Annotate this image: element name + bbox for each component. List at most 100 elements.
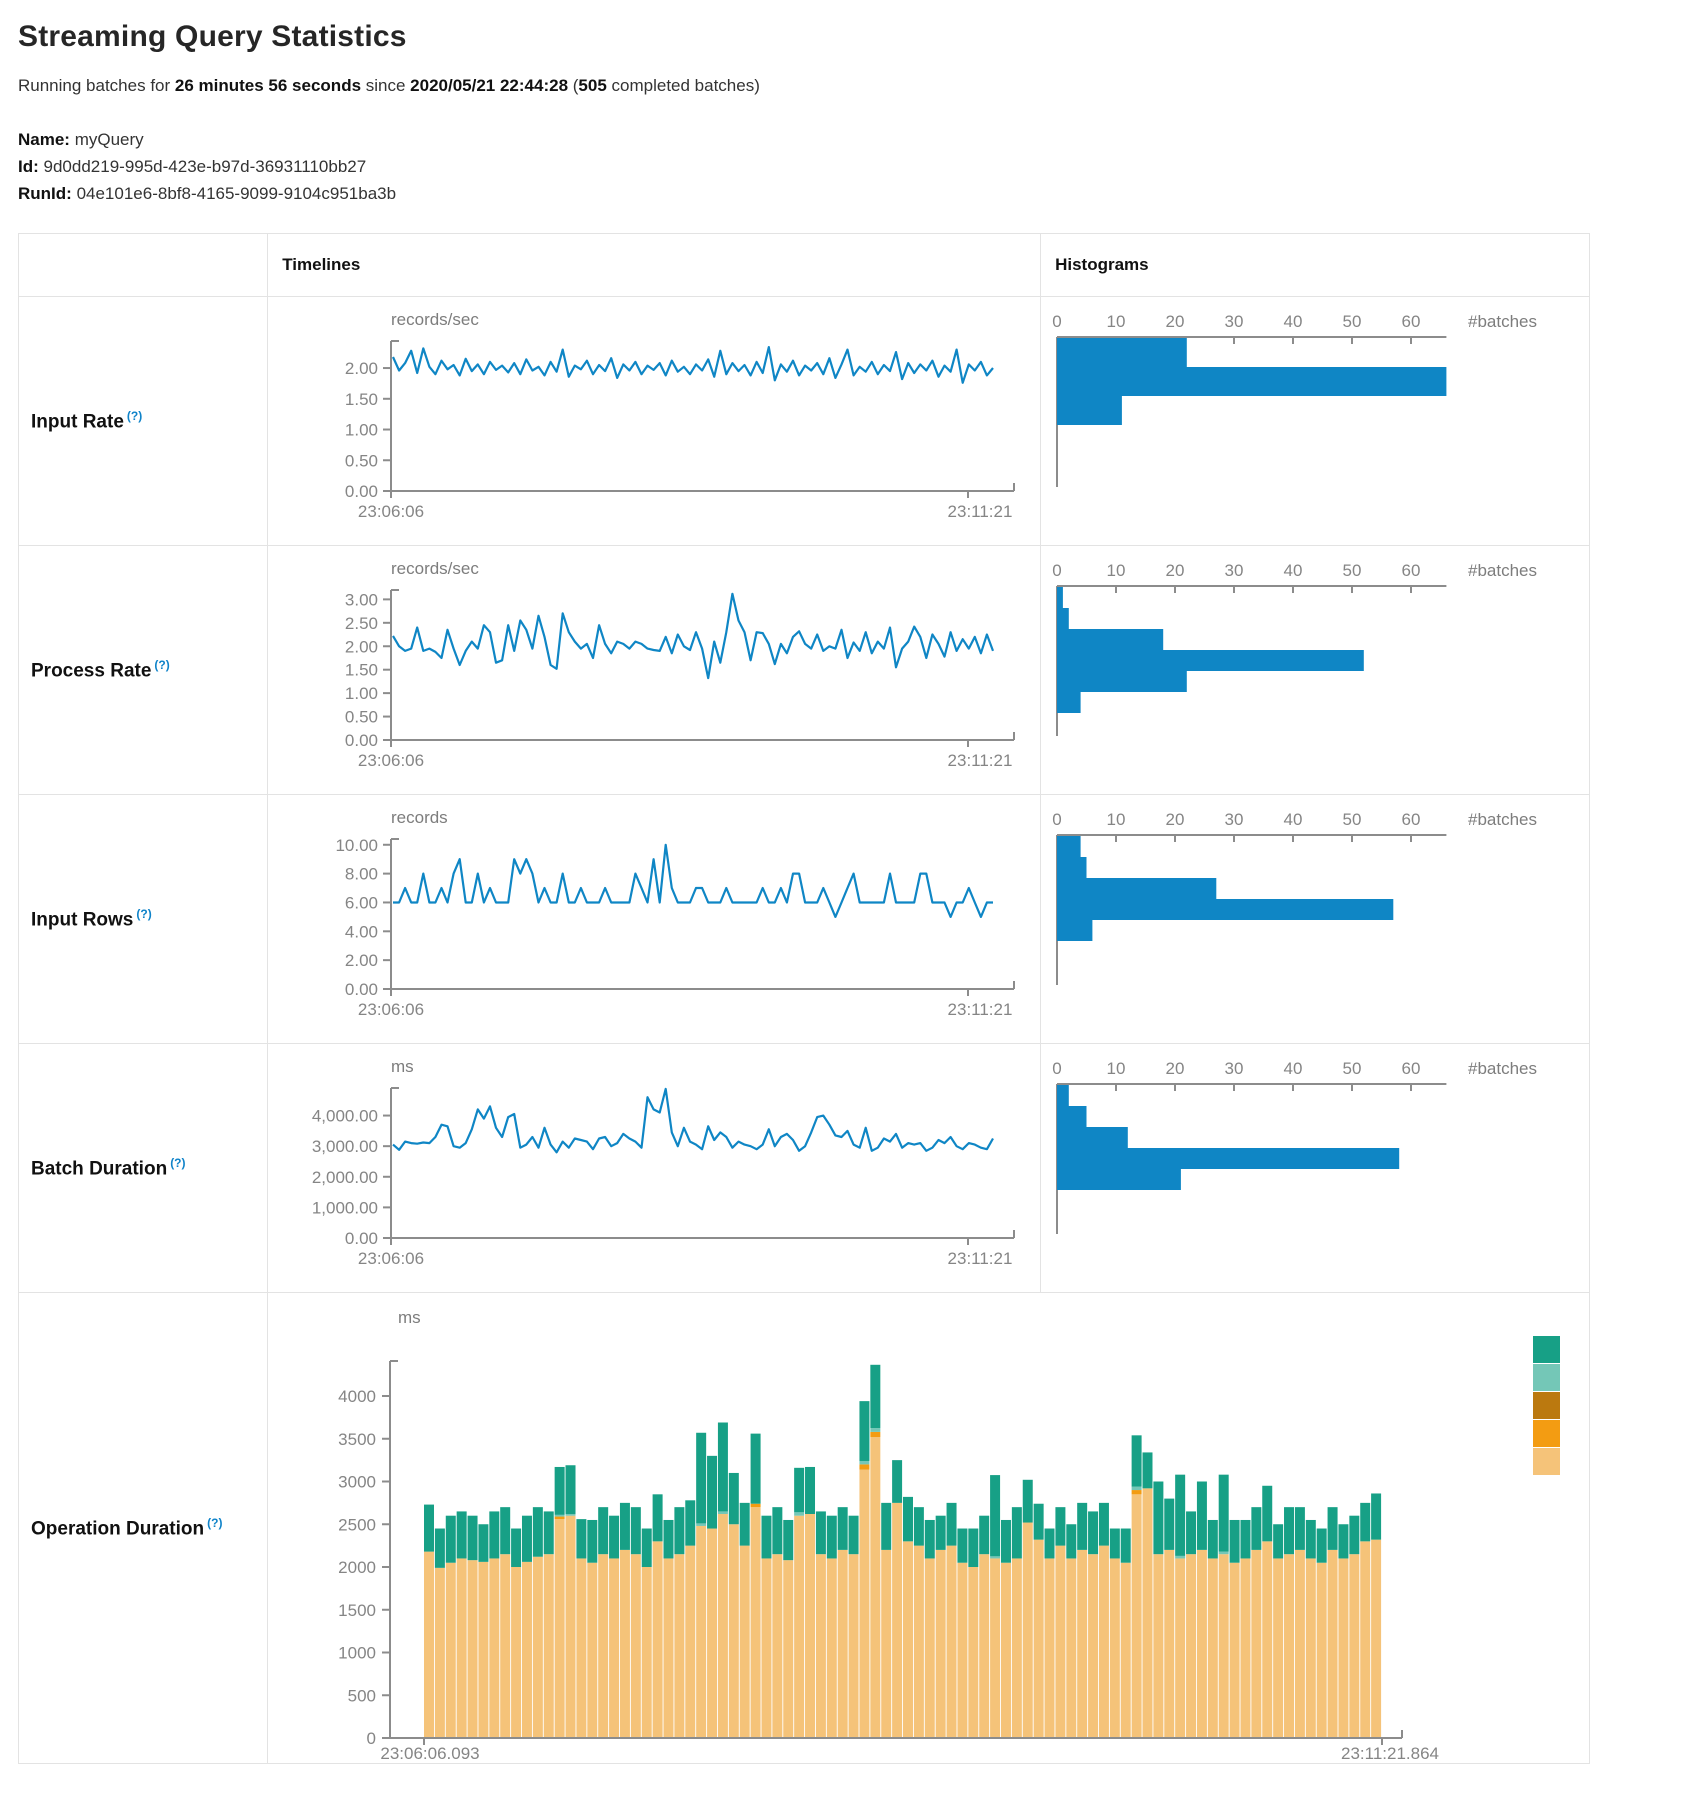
svg-text:500: 500 — [348, 1686, 376, 1705]
query-runid-line: RunId: 04e101e6-8bf8-4165-9099-9104c951b… — [18, 180, 1693, 207]
svg-text:30: 30 — [1225, 312, 1244, 331]
svg-text:30: 30 — [1225, 561, 1244, 580]
process-rate-label-cell: Process Rate(?) — [19, 546, 268, 795]
timelines-header: Timelines — [268, 234, 1041, 297]
histograms-header: Histograms — [1041, 234, 1590, 297]
svg-text:1500: 1500 — [338, 1601, 376, 1620]
svg-text:3,000.00: 3,000.00 — [312, 1137, 378, 1156]
table-row: Operation Duration(?) ms4000350030002500… — [19, 1293, 1590, 1764]
row-label: Input Rows — [31, 909, 133, 930]
svg-text:0.50: 0.50 — [345, 708, 378, 727]
svg-text:23:11:21: 23:11:21 — [948, 1249, 1013, 1268]
id-label: Id: — [18, 157, 39, 176]
operation-duration-cell: ms4000350030002500200015001000500023:06:… — [268, 1293, 1590, 1764]
svg-text:4.00: 4.00 — [345, 922, 378, 941]
help-icon[interactable]: (?) — [127, 409, 142, 423]
svg-text:50: 50 — [1343, 810, 1362, 829]
help-icon[interactable]: (?) — [136, 907, 151, 921]
svg-text:2.50: 2.50 — [345, 614, 378, 633]
svg-text:0: 0 — [1052, 1059, 1061, 1078]
svg-text:20: 20 — [1166, 1059, 1185, 1078]
svg-text:3500: 3500 — [338, 1430, 376, 1449]
summary-prefix: Running batches for — [18, 76, 175, 95]
running-duration: 26 minutes 56 seconds — [175, 76, 361, 95]
statistics-table: Timelines Histograms Input Rate(?) recor… — [18, 233, 1590, 1764]
row-label: Input Rate — [31, 411, 124, 432]
input-rows-histogram-cell: 0102030405060#batches — [1041, 795, 1590, 1044]
input-rows-label-cell: Input Rows(?) — [19, 795, 268, 1044]
svg-text:20: 20 — [1166, 810, 1185, 829]
svg-text:30: 30 — [1225, 1059, 1244, 1078]
svg-text:0.00: 0.00 — [345, 980, 378, 999]
query-id-line: Id: 9d0dd219-995d-423e-b97d-36931110bb27 — [18, 153, 1693, 180]
input-rows-timeline-chart: records10.008.006.004.002.000.0023:06:06… — [268, 795, 1040, 1043]
svg-text:6.00: 6.00 — [345, 893, 378, 912]
runid-label: RunId: — [18, 184, 72, 203]
batch-duration-timeline-cell: ms4,000.003,000.002,000.001,000.000.0023… — [268, 1044, 1041, 1293]
svg-text:#batches: #batches — [1468, 561, 1537, 580]
svg-text:50: 50 — [1343, 312, 1362, 331]
svg-text:23:06:06: 23:06:06 — [358, 502, 424, 521]
svg-text:23:06:06: 23:06:06 — [358, 751, 424, 770]
svg-text:1000: 1000 — [338, 1644, 376, 1663]
svg-text:1.00: 1.00 — [345, 421, 378, 440]
streaming-query-statistics-page: Streaming Query Statistics Running batch… — [0, 0, 1693, 1820]
operation-duration-chart: ms4000350030002500200015001000500023:06:… — [268, 1293, 1589, 1763]
svg-text:10.00: 10.00 — [336, 836, 379, 855]
svg-text:40: 40 — [1284, 810, 1303, 829]
help-icon[interactable]: (?) — [170, 1156, 185, 1170]
input-rate-histogram-cell: 0102030405060#batches — [1041, 297, 1590, 546]
batch-duration-label-cell: Batch Duration(?) — [19, 1044, 268, 1293]
process-rate-timeline-chart: records/sec3.002.502.001.501.000.500.002… — [268, 546, 1040, 794]
svg-text:2.00: 2.00 — [345, 359, 378, 378]
process-rate-histogram-chart: 0102030405060#batches — [1041, 546, 1589, 794]
table-row: Input Rate(?) records/sec2.001.501.000.5… — [19, 297, 1590, 546]
svg-text:1.00: 1.00 — [345, 684, 378, 703]
svg-text:records/sec: records/sec — [391, 310, 479, 329]
table-row: Process Rate(?) records/sec3.002.502.001… — [19, 546, 1590, 795]
svg-text:#batches: #batches — [1468, 1059, 1537, 1078]
svg-text:0: 0 — [1052, 810, 1061, 829]
svg-text:60: 60 — [1402, 312, 1421, 331]
svg-text:records/sec: records/sec — [391, 559, 479, 578]
batch-duration-histogram-cell: 0102030405060#batches — [1041, 1044, 1590, 1293]
name-label: Name: — [18, 130, 70, 149]
svg-text:60: 60 — [1402, 1059, 1421, 1078]
table-header-row: Timelines Histograms — [19, 234, 1590, 297]
row-label: Process Rate — [31, 660, 151, 681]
svg-text:23:11:21.864: 23:11:21.864 — [1341, 1744, 1439, 1763]
input-rate-timeline-chart: records/sec2.001.501.000.500.0023:06:062… — [268, 297, 1040, 545]
svg-text:23:11:21: 23:11:21 — [948, 751, 1013, 770]
query-name-line: Name: myQuery — [18, 126, 1693, 153]
name-value: myQuery — [75, 130, 144, 149]
completed-batch-count: 505 — [578, 76, 606, 95]
row-label: Operation Duration — [31, 1518, 204, 1539]
svg-text:20: 20 — [1166, 312, 1185, 331]
page-title: Streaming Query Statistics — [18, 20, 1693, 54]
svg-text:60: 60 — [1402, 810, 1421, 829]
start-timestamp: 2020/05/21 22:44:28 — [410, 76, 568, 95]
summary-mid: since — [361, 76, 410, 95]
svg-text:0.00: 0.00 — [345, 482, 378, 501]
batch-duration-histogram-chart: 0102030405060#batches — [1041, 1044, 1589, 1292]
svg-text:ms: ms — [398, 1308, 421, 1327]
help-icon[interactable]: (?) — [154, 658, 169, 672]
svg-text:23:11:21: 23:11:21 — [948, 1000, 1013, 1019]
help-icon[interactable]: (?) — [207, 1516, 222, 1530]
svg-text:30: 30 — [1225, 810, 1244, 829]
operation-legend — [1533, 1336, 1560, 1475]
process-rate-histogram-cell: 0102030405060#batches — [1041, 546, 1590, 795]
operation-duration-label-cell: Operation Duration(?) — [19, 1293, 268, 1764]
legend-swatch — [1533, 1336, 1560, 1363]
svg-text:2500: 2500 — [338, 1515, 376, 1534]
table-row: Batch Duration(?) ms4,000.003,000.002,00… — [19, 1044, 1590, 1293]
svg-text:20: 20 — [1166, 561, 1185, 580]
svg-text:1.50: 1.50 — [345, 661, 378, 680]
svg-text:40: 40 — [1284, 561, 1303, 580]
svg-text:3.00: 3.00 — [345, 590, 378, 609]
svg-text:records: records — [391, 808, 448, 827]
svg-text:10: 10 — [1107, 810, 1126, 829]
svg-text:0: 0 — [367, 1729, 376, 1748]
input-rate-label-cell: Input Rate(?) — [19, 297, 268, 546]
svg-text:1,000.00: 1,000.00 — [312, 1198, 378, 1217]
